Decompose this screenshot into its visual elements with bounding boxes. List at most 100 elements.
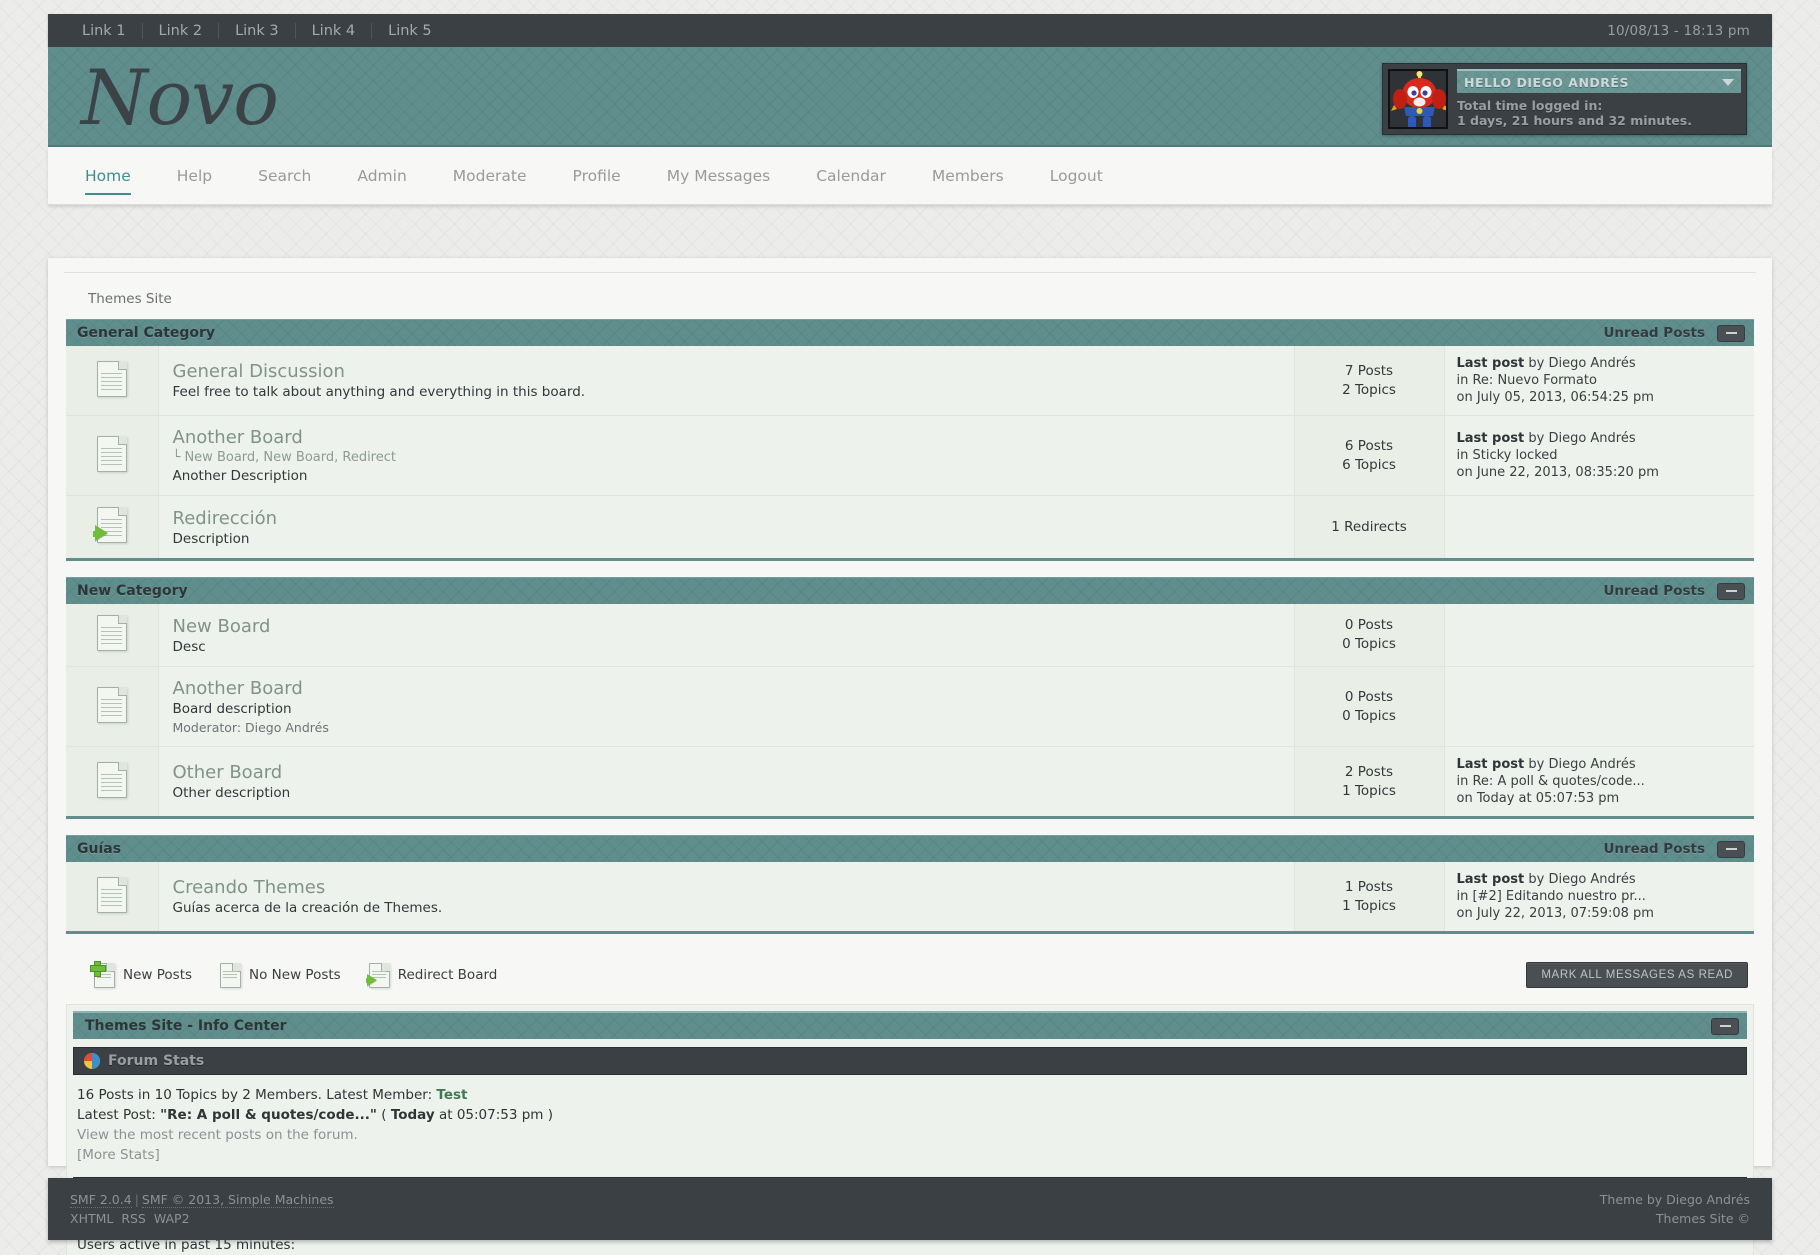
last-post-author[interactable]: by Diego Andrés	[1528, 431, 1635, 446]
minus-icon	[1719, 1025, 1731, 1027]
board-no-new-posts-icon	[96, 435, 127, 472]
board-last-post-cell: Last post by Diego Andrés in Re: Nuevo F…	[1444, 346, 1754, 416]
board-name-link[interactable]: Another Board	[173, 427, 1294, 448]
latest-member-link[interactable]: Test	[436, 1087, 467, 1103]
total-time-logged-in: Total time logged in: 1 days, 21 hours a…	[1457, 98, 1741, 128]
xhtml-link[interactable]: XHTML	[70, 1211, 113, 1226]
child-boards-list[interactable]: └ New Board, New Board, Redirect	[173, 450, 1294, 465]
last-post-date: on July 05, 2013, 06:54:25 pm	[1456, 390, 1654, 405]
board-icon-cell	[66, 495, 159, 558]
board-info-cell: General Discussion Feel free to talk abo…	[158, 346, 1294, 416]
board-last-post-cell	[1444, 667, 1754, 747]
latest-post-link[interactable]: "Re: A poll & quotes/code..."	[160, 1107, 377, 1123]
board-stats-cell: 1 Redirects	[1293, 495, 1445, 558]
last-post-author[interactable]: by Diego Andrés	[1528, 757, 1635, 772]
mark-all-read-button[interactable]: Mark All Messages as Read	[1526, 962, 1748, 988]
collapse-category-button[interactable]	[1717, 582, 1745, 600]
board-name-link[interactable]: Another Board	[173, 678, 1294, 699]
board-info-cell: Creando Themes Guías acerca de la creaci…	[158, 862, 1294, 931]
legend-label: New Posts	[123, 967, 193, 983]
nav-item-profile[interactable]: Profile	[550, 147, 644, 204]
more-stats-link[interactable]: [More Stats]	[77, 1145, 1745, 1165]
nav-item-moderate[interactable]: Moderate	[430, 147, 550, 204]
board-no-new-posts-icon	[96, 360, 127, 397]
board-name-link[interactable]: New Board	[173, 616, 1294, 637]
board-icon-cell	[66, 346, 159, 416]
board-name-link[interactable]: Other Board	[173, 762, 1294, 783]
board-name-link[interactable]: Creando Themes	[173, 877, 1294, 898]
table-row: General Discussion Feel free to talk abo…	[66, 346, 1754, 416]
table-row: New Board Desc 0 Posts 0 Topics	[66, 604, 1754, 667]
redirect-board-icon	[365, 962, 390, 988]
nav-item-home[interactable]: Home	[62, 147, 154, 204]
unread-posts-link[interactable]: Unread Posts	[1603, 583, 1705, 599]
rss-link[interactable]: RSS	[121, 1211, 146, 1226]
board-no-new-posts-icon	[96, 876, 127, 913]
forum-stats-header: Forum Stats	[73, 1047, 1747, 1075]
wap2-link[interactable]: WAP2	[154, 1211, 190, 1226]
forum-stats-line-2: Latest Post: "Re: A poll & quotes/code..…	[77, 1105, 1745, 1125]
board-legend: New Posts No New Posts Redirect Board MA…	[66, 950, 1754, 998]
top-link-3[interactable]: Link 3	[219, 22, 296, 39]
info-center-title: Themes Site - Info Center	[85, 1018, 287, 1034]
unread-posts-link[interactable]: Unread Posts	[1603, 325, 1705, 341]
top-links: Link 1 Link 2 Link 3 Link 4 Link 5	[70, 22, 448, 39]
last-post-label: Last post	[1456, 757, 1525, 772]
footer-right: Theme by Diego Andrés Themes Site ©	[1600, 1190, 1750, 1228]
board-name-link[interactable]: Redirección	[173, 508, 1294, 529]
top-link-4[interactable]: Link 4	[296, 22, 373, 39]
last-post-topic[interactable]: in Re: A poll & quotes/code...	[1457, 773, 1743, 790]
nav-item-calendar[interactable]: Calendar	[793, 147, 909, 204]
nav-item-admin[interactable]: Admin	[334, 147, 429, 204]
nav-item-search[interactable]: Search	[235, 147, 334, 204]
smf-version-link[interactable]: SMF 2.0.4	[70, 1192, 132, 1208]
page-wrapper: Link 1 Link 2 Link 3 Link 4 Link 5 10/08…	[0, 0, 1820, 1255]
legend-no-new-posts: No New Posts	[220, 962, 341, 988]
forum-stats-counts: 16 Posts in 10 Topics by 2 Members. Late…	[77, 1087, 437, 1103]
breadcrumb[interactable]: Themes Site	[64, 272, 1756, 319]
table-row: Another Board └ New Board, New Board, Re…	[66, 415, 1754, 496]
board-name-link[interactable]: General Discussion	[173, 361, 1294, 382]
last-post-date: on July 22, 2013, 07:59:08 pm	[1456, 906, 1654, 921]
nav-item-members[interactable]: Members	[909, 147, 1027, 204]
nav-item-logout[interactable]: Logout	[1027, 147, 1126, 204]
top-link-2[interactable]: Link 2	[143, 22, 220, 39]
board-moderator[interactable]: Moderator: Diego Andrés	[173, 720, 1294, 735]
site-logo[interactable]: Novo	[81, 53, 279, 142]
collapse-category-button[interactable]	[1717, 324, 1745, 342]
board-topics-count: 0 Topics	[1342, 707, 1396, 724]
nav-item-help[interactable]: Help	[154, 147, 235, 204]
nav-item-my-messages[interactable]: My Messages	[644, 147, 793, 204]
last-post-author[interactable]: by Diego Andrés	[1528, 872, 1635, 887]
recent-posts-link[interactable]: View the most recent posts on the forum.	[77, 1125, 1745, 1145]
table-row: Creando Themes Guías acerca de la creaci…	[66, 862, 1754, 931]
last-post-topic[interactable]: in [#2] Editando nuestro pr...	[1457, 888, 1743, 905]
board-last-post-cell: Last post by Diego Andrés in [#2] Editan…	[1444, 862, 1754, 931]
smf-copyright-link[interactable]: SMF © 2013, Simple Machines	[141, 1192, 334, 1208]
top-bar: Link 1 Link 2 Link 3 Link 4 Link 5 10/08…	[48, 14, 1772, 47]
category-general-category: General Category Unread Posts General Di…	[66, 319, 1754, 561]
legend-label: No New Posts	[249, 967, 341, 983]
user-info: HELLO DIEGO ANDRÉS Total time logged in:…	[1457, 69, 1741, 129]
site-header: Novo HELLO DIEGO ANDRÉS Total time logge…	[48, 47, 1772, 147]
top-link-5[interactable]: Link 5	[372, 23, 448, 39]
collapse-info-center-button[interactable]	[1711, 1017, 1739, 1035]
board-topics-count: 1 Topics	[1342, 897, 1396, 914]
last-post-topic[interactable]: in Re: Nuevo Formato	[1457, 372, 1743, 389]
last-post-topic[interactable]: in Sticky locked	[1457, 447, 1743, 464]
board-icon-cell	[66, 862, 159, 931]
board-last-post-cell	[1444, 604, 1754, 667]
theme-author[interactable]: Theme by Diego Andrés	[1600, 1190, 1750, 1209]
last-post-author[interactable]: by Diego Andrés	[1528, 356, 1635, 371]
unread-posts-link[interactable]: Unread Posts	[1603, 841, 1705, 857]
theme-site[interactable]: Themes Site ©	[1600, 1209, 1750, 1228]
collapse-category-button[interactable]	[1717, 840, 1745, 858]
pie-chart-icon	[84, 1053, 100, 1069]
board-description: Guías acerca de la creación de Themes.	[172, 900, 443, 916]
board-posts-count: 0 Posts	[1344, 688, 1394, 705]
latest-post-time: at 05:07:53 pm )	[434, 1107, 554, 1123]
table-row: Another Board Board description Moderato…	[66, 666, 1754, 747]
avatar[interactable]	[1388, 69, 1448, 129]
user-greeting-dropdown[interactable]: HELLO DIEGO ANDRÉS	[1457, 69, 1741, 93]
top-link-1[interactable]: Link 1	[70, 22, 143, 39]
